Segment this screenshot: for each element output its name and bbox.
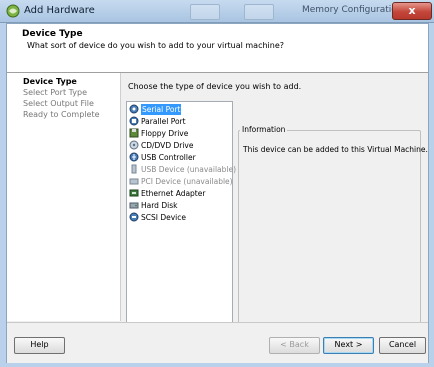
scsi-device-icon [129, 212, 139, 222]
ethernet-adapter-icon [129, 189, 139, 197]
device-label: Hard Disk [141, 201, 178, 210]
step-select-output-file: Select Output File [23, 99, 94, 108]
cd-dvd-drive-icon [129, 140, 139, 150]
page-subtitle: What sort of device do you wish to add t… [27, 41, 284, 50]
device-label: Serial Port [141, 104, 182, 115]
step-ready-to-complete: Ready to Complete [23, 110, 100, 119]
information-groupbox [238, 130, 421, 346]
page-title: Device Type [22, 29, 83, 39]
device-label: USB Controller [141, 153, 196, 162]
information-text: This device can be added to this Virtual… [243, 145, 428, 154]
device-label: PCI Device (unavailable) [141, 177, 233, 186]
parallel-port-icon [129, 116, 139, 126]
pci-device-icon [129, 178, 139, 185]
next-button[interactable]: Next > [323, 337, 374, 354]
device-label: CD/DVD Drive [141, 141, 194, 150]
step-select-port-type: Select Port Type [23, 88, 87, 97]
window-title: Add Hardware [24, 5, 95, 16]
cancel-button[interactable]: Cancel [379, 337, 426, 354]
vsphere-app-icon [6, 4, 20, 18]
information-legend: Information [240, 125, 288, 134]
step-device-type[interactable]: Device Type [23, 77, 77, 86]
device-label: Ethernet Adapter [141, 189, 206, 198]
usb-device-icon [131, 164, 137, 174]
device-label: SCSI Device [141, 213, 187, 222]
device-label: Parallel Port [141, 117, 186, 126]
wizard-content: Choose the type of device you wish to ad… [121, 73, 428, 346]
device-type-list[interactable]: Serial Port Parallel Port Floppy Drive C… [126, 101, 237, 325]
serial-port-icon [129, 104, 139, 114]
device-label: Floppy Drive [141, 129, 189, 138]
usb-controller-icon [129, 152, 139, 162]
device-label: USB Device (unavailable) [141, 165, 237, 174]
device-prompt: Choose the type of device you wish to ad… [128, 82, 302, 91]
background-window-title: Memory Configuration [302, 5, 403, 15]
wizard-footer: Help < Back Next > Cancel [7, 322, 428, 363]
wizard-header: Device Type What sort of device do you w… [7, 24, 428, 73]
close-icon: x [408, 4, 416, 17]
title-bar: Add Hardware Memory Configuration x [0, 0, 434, 23]
close-button[interactable]: x [392, 2, 432, 20]
hard-disk-icon [129, 202, 139, 209]
back-button: < Back [269, 337, 320, 354]
background-window-hint [244, 4, 274, 20]
wizard-steps-nav: Device Type Select Port Type Select Outp… [7, 73, 121, 321]
add-hardware-dialog: Device Type What sort of device do you w… [6, 23, 429, 363]
background-window-hint [190, 4, 220, 20]
floppy-drive-icon [129, 128, 139, 138]
help-button[interactable]: Help [14, 337, 65, 354]
